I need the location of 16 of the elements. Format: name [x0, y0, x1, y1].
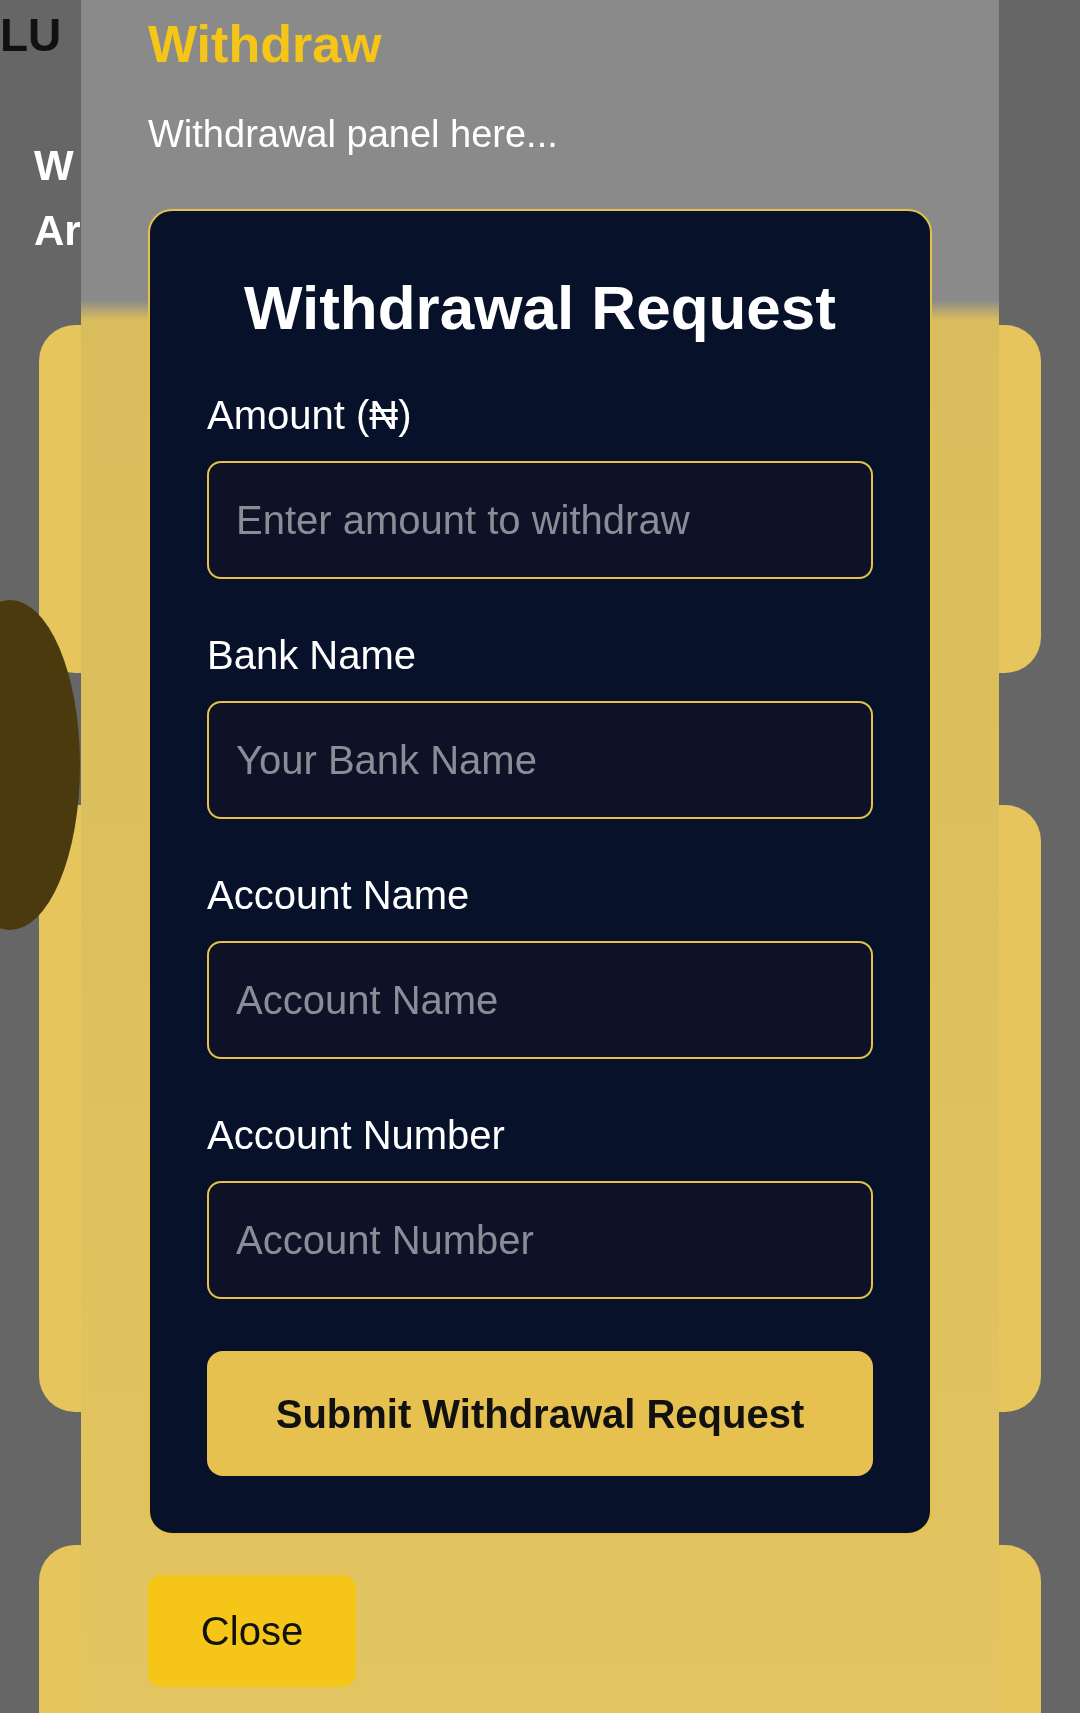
form-title: Withdrawal Request: [243, 272, 837, 344]
field-label: Bank Name: [207, 632, 417, 680]
submit-button[interactable]: Submit Withdrawal Request: [207, 1351, 873, 1477]
field-label: Account Name: [207, 872, 471, 920]
input-field[interactable]: Account Number: [207, 1181, 873, 1300]
heading-text: W: [34, 145, 74, 187]
heading-text: LU: [0, 12, 62, 58]
modal-text: Withdrawal panel here...: [148, 115, 559, 153]
heading-text: Ar: [34, 210, 81, 252]
field-label: Amount (₦): [207, 392, 413, 440]
input-field[interactable]: Enter amount to withdraw: [207, 461, 873, 580]
close-button[interactable]: Close: [148, 1575, 356, 1688]
modal-title: Withdraw: [148, 18, 383, 70]
input-field[interactable]: Your Bank Name: [207, 701, 873, 820]
input-field[interactable]: Account Name: [207, 941, 873, 1060]
field-label: Account Number: [207, 1112, 506, 1160]
